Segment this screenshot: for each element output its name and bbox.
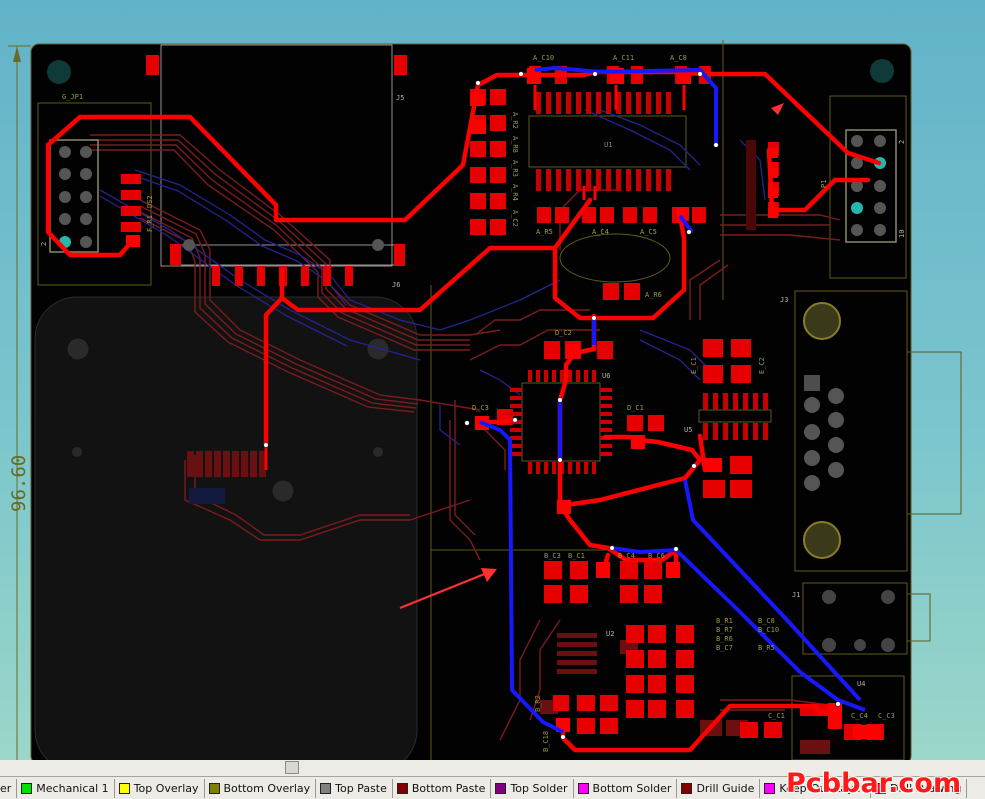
label-b-c7: B_C7 (716, 644, 733, 652)
dimension-marker (8, 45, 31, 760)
label-b-r2: B_R2 (534, 695, 542, 712)
label-b-r5: B_R5 (758, 644, 775, 652)
layer-swatch-icon (764, 782, 776, 794)
layer-swatch-icon (495, 782, 507, 794)
layer-tab-bottom-overlay[interactable]: Bottom Overlay (205, 778, 317, 798)
layer-swatch-icon (118, 782, 130, 794)
label-b-c6: B_C6 (648, 552, 665, 560)
label-d-c3: D_C3 (472, 404, 489, 412)
label-f-r1: F_R1 (146, 215, 154, 232)
layer-swatch-icon (396, 782, 408, 794)
label-j5: J5 (396, 94, 404, 102)
layer-label: Top Overlay (133, 781, 199, 795)
label-ds2: DS2 (146, 195, 154, 208)
label-p1: P1 (820, 180, 828, 188)
layer-swatch-icon (21, 782, 33, 794)
label-b-r7: B_R7 (716, 626, 733, 634)
label-a-r3: A_R3 (511, 160, 519, 177)
layer-swatch-icon (208, 782, 220, 794)
layer-tab-bottom-paste[interactable]: Bottom Paste (393, 778, 492, 798)
layer-tab-top-overlay[interactable]: Top Overlay (115, 778, 205, 798)
mounting-hole-tl (47, 60, 71, 84)
label-u4: U4 (857, 680, 865, 688)
label-a-c2: A_C2 (511, 210, 519, 227)
label-u1: U1 (604, 141, 612, 149)
label-c-c3: C_C3 (878, 712, 895, 720)
label-u2: U2 (606, 630, 614, 638)
label-a-r6: A_R6 (645, 291, 662, 299)
layer-swatch-icon (577, 782, 589, 794)
label-d-c1: D_C1 (627, 404, 644, 412)
hole-2 (366, 337, 390, 361)
label-j1: J1 (792, 591, 800, 599)
layer-label: Drill Guide (696, 781, 755, 795)
label-a-c11: A_C11 (613, 54, 634, 62)
layer-label: Top Paste (335, 781, 387, 795)
label-b-c10: B_C10 (758, 626, 779, 634)
dimension-text: 96.60 (8, 455, 30, 512)
hole-5 (373, 447, 383, 457)
label-j6: J6 (392, 281, 400, 289)
layer-tab-top-solder[interactable]: Top Solder (491, 778, 574, 798)
label-b-r1: B_R1 (716, 617, 733, 625)
label-a-r8: A_R8 (511, 136, 519, 153)
hole-1 (66, 337, 90, 361)
layer-swatch-icon (320, 782, 332, 794)
label-pin-left2: 2 (40, 242, 48, 246)
label-a-r2: A_R2 (511, 112, 519, 129)
label-b-c4: B_C4 (618, 552, 635, 560)
label-b-c1: B_C1 (568, 552, 585, 560)
label-c-c4: C_C4 (851, 712, 868, 720)
layer-label: Bottom Overlay (223, 781, 311, 795)
layer-tab-drill-guide[interactable]: Drill Guide (677, 778, 761, 798)
label-e-c1: E_C1 (690, 357, 698, 374)
ground-plane (34, 296, 418, 760)
label-a-r4: A_R4 (511, 184, 519, 201)
label-b-r6: B_R6 (716, 635, 733, 643)
label-a-c10: A_C10 (533, 54, 554, 62)
layer-label: Bottom Paste (411, 781, 486, 795)
pcb-canvas[interactable]: 96.60 G_JP1 J5 J6 A_C10 A_C11 A_C8 U1 A_… (0, 0, 985, 760)
scrollbar-thumb[interactable] (285, 761, 299, 774)
label-g-jp1: G_JP1 (62, 93, 83, 101)
layer-label: Mechanical 1 (36, 781, 109, 795)
label-u6: U6 (602, 372, 610, 380)
layer-swatch-icon (681, 782, 693, 794)
label-b-c18: B_C18 (542, 731, 550, 752)
label-pin2: 2 (898, 140, 906, 144)
pad-a (183, 239, 195, 251)
label-d-c2: D_C2 (555, 329, 572, 337)
label-a-c4: A_C4 (592, 228, 609, 236)
label-u5: U5 (684, 426, 692, 434)
label-a-c5: A_C5 (640, 228, 657, 236)
layer-tab-mechanical-1[interactable]: Mechanical 1 (17, 778, 115, 798)
label-a-r5: A_R5 (536, 228, 553, 236)
mounting-hole-tr (870, 59, 894, 83)
label-b-c8: B_C8 (758, 617, 775, 625)
label-b-c3: B_C3 (544, 552, 561, 560)
label-pin10: 10 (898, 230, 906, 238)
hole-4 (72, 447, 82, 457)
layer-label: Top Solder (510, 781, 568, 795)
label-a-c8: A_C8 (670, 54, 687, 62)
layer-tab-er[interactable]: er (0, 778, 18, 798)
pad-b (372, 239, 384, 251)
layer-tab-top-paste[interactable]: Top Paste (316, 778, 393, 798)
layer-tab-bottom-solder[interactable]: Bottom Solder (574, 778, 678, 798)
label-j3: J3 (780, 296, 788, 304)
label-c-c1: C_C1 (768, 712, 785, 720)
hole-3 (271, 479, 295, 503)
layer-label: Bottom Solder (592, 781, 672, 795)
label-e-c2: E_C2 (758, 357, 766, 374)
layer-label: er (0, 781, 12, 795)
watermark-logo: Pcbbar.com (786, 768, 962, 799)
